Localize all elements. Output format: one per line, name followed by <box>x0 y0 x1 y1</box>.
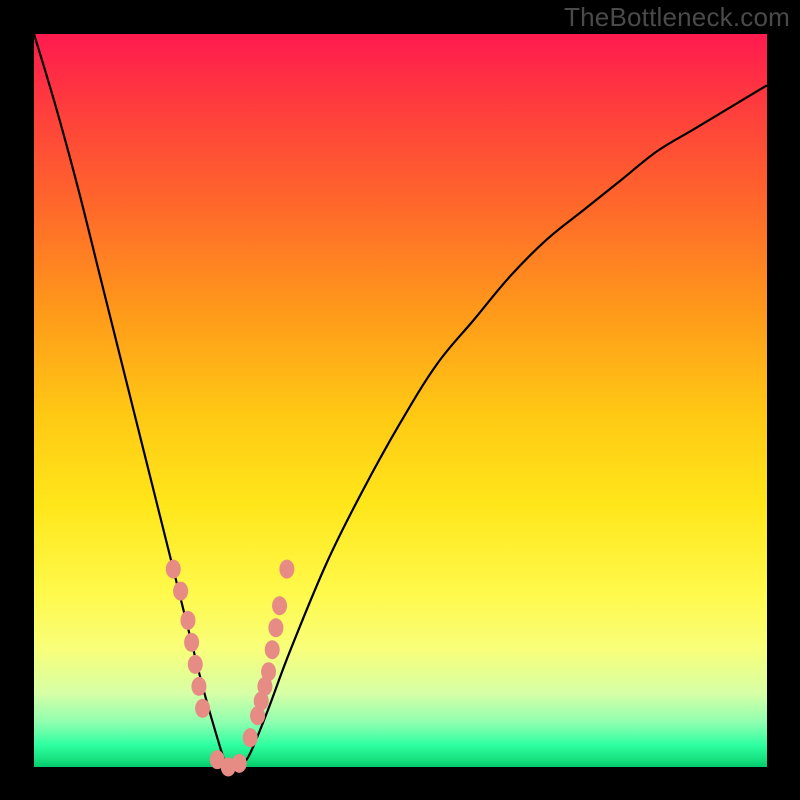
watermark-text: TheBottleneck.com <box>564 2 790 33</box>
scatter-dot <box>184 633 199 652</box>
scatter-dot <box>173 582 188 601</box>
scatter-dot <box>188 655 203 674</box>
scatter-dot <box>166 560 181 579</box>
scatter-dot <box>232 754 247 773</box>
plot-area <box>34 34 767 767</box>
scatter-markers <box>166 560 295 777</box>
chart-frame: TheBottleneck.com <box>0 0 800 800</box>
scatter-dot <box>191 677 206 696</box>
curve-svg <box>34 34 767 767</box>
bottleneck-curve <box>34 34 767 768</box>
scatter-dot <box>261 662 276 681</box>
scatter-dot <box>243 728 258 747</box>
scatter-dot <box>195 699 210 718</box>
scatter-dot <box>268 618 283 637</box>
scatter-dot <box>180 611 195 630</box>
scatter-dot <box>265 640 280 659</box>
scatter-dot <box>279 560 294 579</box>
scatter-dot <box>272 596 287 615</box>
